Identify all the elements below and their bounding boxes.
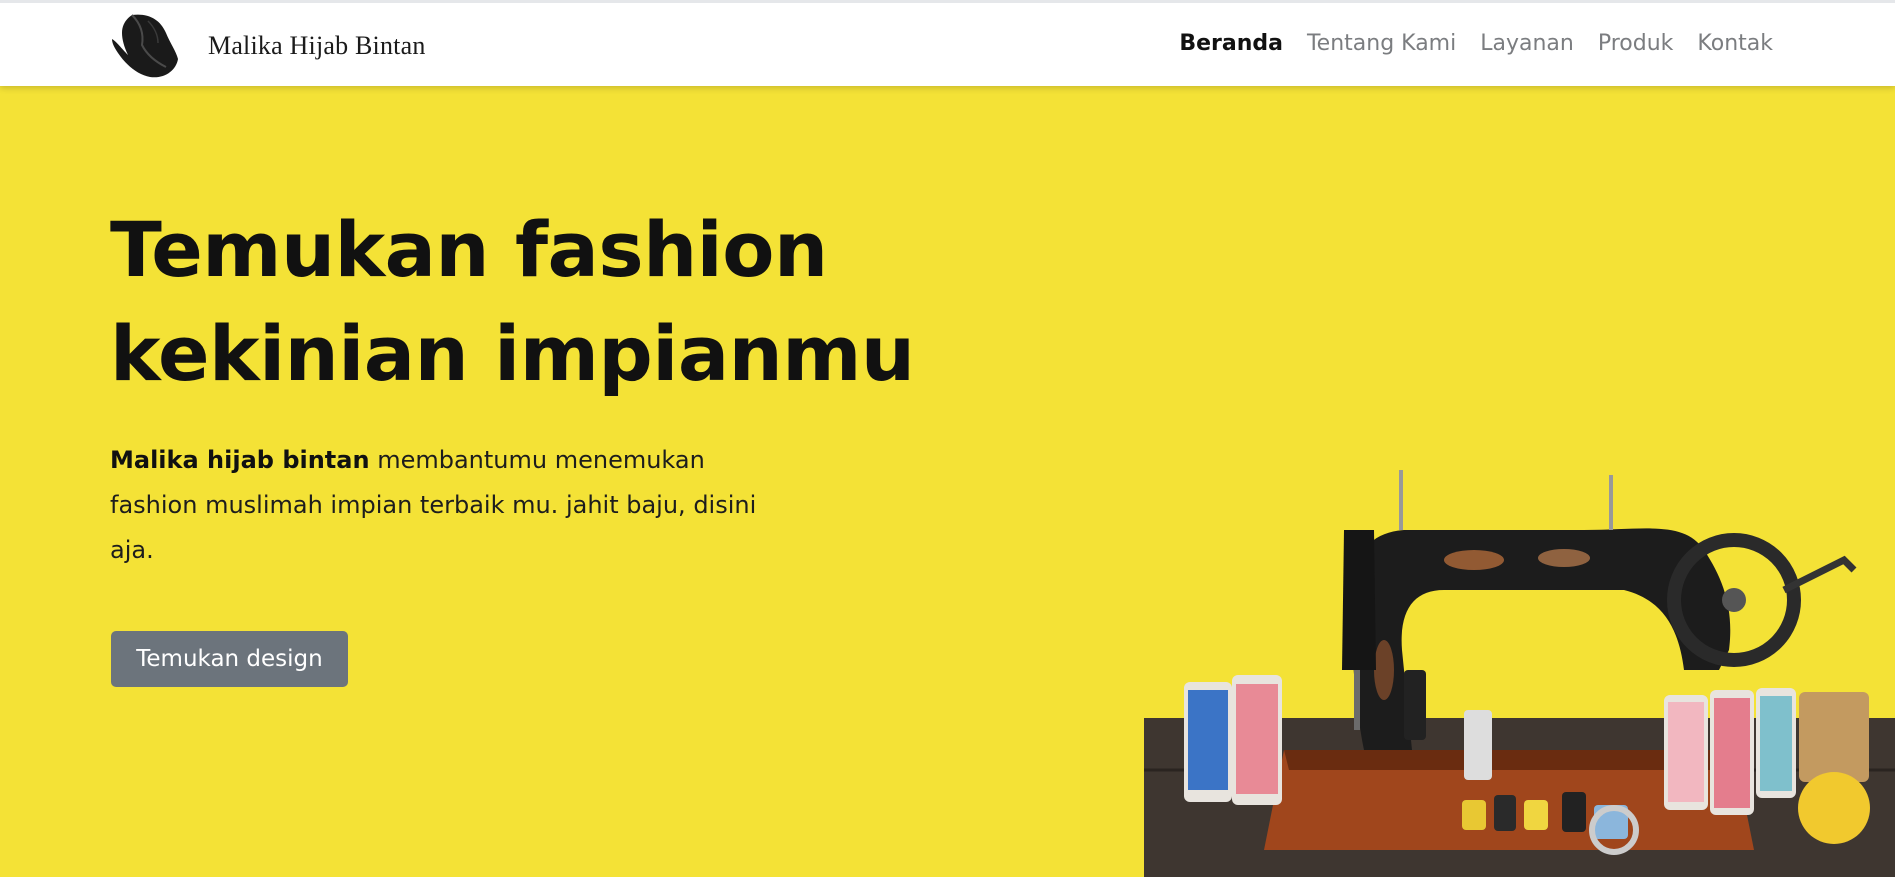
hijab-silhouette-icon [112,14,178,78]
nav-item-kontak[interactable]: Kontak [1697,31,1773,56]
hero-title-line-1: Temukan fashion [110,205,828,294]
sewing-machine-illustration [1144,470,1895,877]
hero-description-brand: Malika hijab bintan [110,446,370,474]
hero-title-line-2: kekinian impianmu [110,309,915,398]
navbar: Malika Hijab Bintan Beranda Tentang Kami… [0,0,1895,86]
nav-item-beranda[interactable]: Beranda [1179,31,1283,56]
nav-item-tentang-kami[interactable]: Tentang Kami [1307,31,1456,56]
hero-description: Malika hijab bintan membantumu menemukan… [110,438,790,573]
hero-title: Temukan fashion kekinian impianmu [110,198,915,406]
nav-item-produk[interactable]: Produk [1598,31,1674,56]
main-nav: Beranda Tentang Kami Layanan Produk Kont… [1179,31,1773,56]
brand-link[interactable]: Malika Hijab Bintan [110,13,426,79]
nav-item-layanan[interactable]: Layanan [1480,31,1574,56]
brand-name: Malika Hijab Bintan [208,31,426,60]
find-design-button[interactable]: Temukan design [111,631,348,687]
